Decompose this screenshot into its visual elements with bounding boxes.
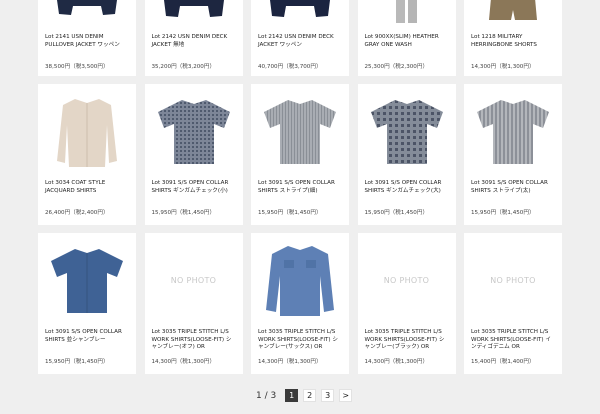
product-price: 15,950円（税1,450円）	[364, 210, 429, 216]
product-card[interactable]: Lot 3091 S/S OPEN COLLAR SHIRTS ギンガムチェック…	[357, 84, 456, 225]
product-price: 15,950円（税1,450円）	[471, 210, 535, 216]
product-title[interactable]: Lot 2142 USN DENIM DECK JACKET ワッペン	[258, 34, 345, 49]
product-card[interactable]: Lot 3035 TRIPLE STITCH L/S WORK SHIRTS(L…	[251, 233, 349, 374]
page-1-button[interactable]: 1	[285, 389, 299, 402]
no-photo-label: NO PHOTO	[170, 275, 217, 285]
product-title[interactable]: Lot 3035 TRIPLE STITCH L/S WORK SHIRTS(L…	[258, 329, 345, 352]
product-price: 15,950円（税1,450円）	[258, 210, 322, 216]
product-price: 15,950円（税1,450円）	[151, 210, 216, 216]
product-image-gray-jeans[interactable]	[358, 0, 456, 23]
product-card[interactable]: Lot 3091 S/S OPEN COLLAR SHIRTS 並シャンブレー …	[38, 233, 136, 374]
product-title[interactable]: Lot 1218 MILITARY HERRINGBONE SHORTS	[471, 34, 558, 49]
product-card[interactable]: Lot 2142 USN DENIM DECK JACKET 無地 35,200…	[144, 0, 243, 76]
no-photo-label: NO PHOTO	[490, 275, 536, 285]
product-image-placeholder[interactable]: NO PHOTO	[358, 233, 456, 327]
product-card[interactable]: Lot 900XX(SLIM) HEATHER GRAY ONE WASH 25…	[357, 0, 456, 76]
product-card[interactable]: Lot 3091 S/S OPEN COLLAR SHIRTS ストライプ(太)…	[464, 84, 562, 225]
product-image-wide-stripe-shirt[interactable]	[464, 84, 562, 178]
product-price: 38,500円（税3,500円）	[45, 64, 109, 70]
product-grid: Lot 2141 USN DENIM PULLOVER JACKET ワッペン …	[38, 0, 562, 374]
product-image-gingham-large-shirt[interactable]	[358, 84, 456, 178]
product-title[interactable]: Lot 3035 TRIPLE STITCH L/S WORK SHIRTS(L…	[152, 329, 239, 352]
product-image-navy-jacket[interactable]	[38, 0, 136, 20]
product-card[interactable]: NO PHOTO Lot 3035 TRIPLE STITCH L/S WORK…	[464, 233, 562, 374]
product-price: 40,700円（税3,700円）	[258, 64, 322, 70]
product-card[interactable]: Lot 1218 MILITARY HERRINGBONE SHORTS 14,…	[464, 0, 562, 76]
product-price: 35,200円（税3,200円）	[151, 64, 216, 70]
product-card[interactable]: Lot 2142 USN DENIM DECK JACKET ワッペン 40,7…	[251, 0, 349, 76]
page-3-button[interactable]: 3	[321, 389, 335, 402]
next-page-button[interactable]: >	[339, 389, 353, 402]
product-price: 14,300円（税1,300円）	[151, 359, 216, 365]
product-image-olive-shorts[interactable]	[464, 0, 562, 20]
product-price: 15,400円（税1,400円）	[471, 359, 535, 365]
product-price: 14,300円（税1,300円）	[364, 359, 429, 365]
product-price: 26,400円（税2,400円）	[45, 210, 109, 216]
product-title[interactable]: Lot 3091 S/S OPEN COLLAR SHIRTS ギンガムチェック…	[365, 180, 452, 195]
product-card[interactable]: Lot 3091 S/S OPEN COLLAR SHIRTS ストライプ(細)…	[251, 84, 349, 225]
product-title[interactable]: Lot 3091 S/S OPEN COLLAR SHIRTS ストライプ(細)	[258, 180, 345, 195]
product-title[interactable]: Lot 2142 USN DENIM DECK JACKET 無地	[152, 34, 239, 49]
product-image-blue-work-shirt[interactable]	[251, 233, 349, 327]
product-image-placeholder[interactable]: NO PHOTO	[145, 233, 243, 327]
product-title[interactable]: Lot 900XX(SLIM) HEATHER GRAY ONE WASH	[365, 34, 452, 49]
product-card[interactable]: NO PHOTO Lot 3035 TRIPLE STITCH L/S WORK…	[357, 233, 456, 374]
product-title[interactable]: Lot 3091 S/S OPEN COLLAR SHIRTS 並シャンブレー	[45, 329, 132, 344]
product-card[interactable]: NO PHOTO Lot 3035 TRIPLE STITCH L/S WORK…	[144, 233, 243, 374]
product-image-beige-shirt[interactable]	[38, 84, 136, 178]
product-image-thin-stripe-shirt[interactable]	[251, 84, 349, 178]
product-title[interactable]: Lot 3091 S/S OPEN COLLAR SHIRTS ストライプ(太)	[471, 180, 558, 195]
product-title[interactable]: Lot 2141 USN DENIM PULLOVER JACKET ワッペン	[45, 34, 132, 49]
product-title[interactable]: Lot 3091 S/S OPEN COLLAR SHIRTS ギンガムチェック…	[152, 180, 239, 195]
no-photo-label: NO PHOTO	[383, 275, 430, 285]
product-price: 25,300円（税2,300円）	[364, 64, 429, 70]
product-price: 15,950円（税1,450円）	[45, 359, 109, 365]
product-image-blue-chambray-ss-shirt[interactable]	[38, 233, 136, 327]
pagination: 1 / 3 1 2 3 >	[256, 389, 353, 402]
page-2-button[interactable]: 2	[303, 389, 317, 402]
product-card[interactable]: Lot 3034 COAT STYLE JACQUARD SHIRTS 26,4…	[38, 84, 136, 225]
page-count: 1 / 3	[256, 390, 277, 401]
product-title[interactable]: Lot 3035 TRIPLE STITCH L/S WORK SHIRTS(L…	[365, 329, 452, 352]
product-title[interactable]: Lot 3035 TRIPLE STITCH L/S WORK SHIRTS(L…	[471, 329, 558, 352]
product-image-gingham-small-shirt[interactable]	[145, 84, 243, 178]
product-image-navy-jacket[interactable]	[251, 0, 349, 20]
product-image-navy-jacket[interactable]	[145, 0, 243, 20]
product-image-placeholder[interactable]: NO PHOTO	[464, 233, 562, 327]
product-title[interactable]: Lot 3034 COAT STYLE JACQUARD SHIRTS	[45, 180, 132, 195]
product-card[interactable]: Lot 3091 S/S OPEN COLLAR SHIRTS ギンガムチェック…	[144, 84, 243, 225]
product-price: 14,300円（税1,300円）	[258, 359, 322, 365]
product-card[interactable]: Lot 2141 USN DENIM PULLOVER JACKET ワッペン …	[38, 0, 136, 76]
product-price: 14,300円（税1,300円）	[471, 64, 535, 70]
